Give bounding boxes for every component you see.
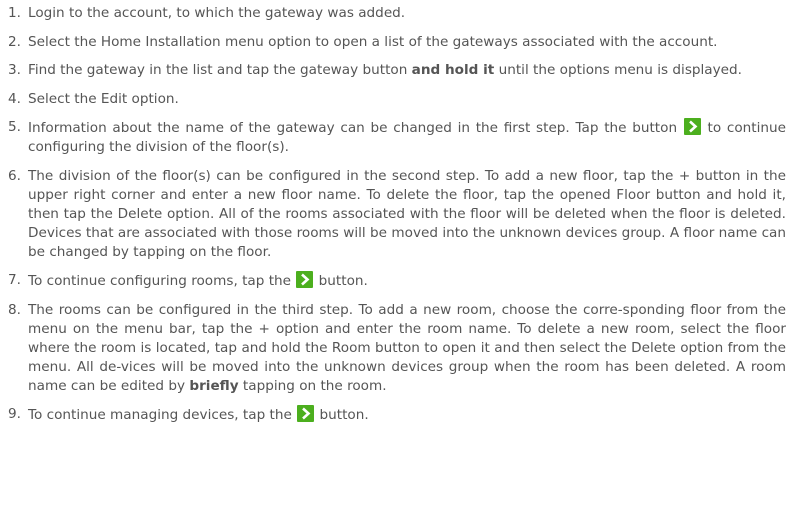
step-number: 5.	[8, 119, 21, 135]
step-text: The rooms can be configured in the third…	[28, 301, 786, 394]
step-text: button.	[315, 407, 369, 423]
step-number: 9.	[8, 406, 21, 422]
step-3: 3. Find the gateway in the list and tap t…	[0, 61, 792, 80]
step-number: 4.	[8, 90, 21, 107]
step-1: 1. Login to the account, to which the gat…	[0, 4, 792, 23]
step-text: Find the gateway in the list and tap the…	[28, 62, 412, 78]
next-arrow-icon	[683, 118, 701, 135]
step-number: 2.	[8, 33, 21, 50]
step-6: 6. The division of the floor(s) can be co…	[0, 167, 792, 262]
instruction-list: 1. Login to the account, to which the gat…	[0, 4, 792, 435]
step-2: 2. Select the Home Installation menu opti…	[0, 33, 792, 52]
step-text: Information about the name of the gatewa…	[28, 120, 683, 136]
step-4: 4. Select the Edit option.	[0, 90, 792, 109]
step-text: Login to the account, to which the gatew…	[28, 5, 406, 21]
next-arrow-icon	[296, 271, 314, 288]
emphasis-text: briefly	[189, 377, 239, 394]
step-number: 8.	[8, 301, 21, 318]
step-text: Select the Home Installation menu option…	[28, 33, 718, 50]
emphasis-text: and hold it	[411, 62, 495, 78]
step-text: To continue managing devices, tap the	[28, 407, 297, 423]
step-text: Select the Edit option.	[28, 90, 179, 107]
step-7: 7. To continue configuring rooms, tap the…	[0, 271, 792, 291]
step-number: 7.	[8, 272, 21, 288]
step-5: 5. Information about the name of the gate…	[0, 118, 792, 157]
next-arrow-icon	[297, 405, 315, 422]
step-text: To continue configuring rooms, tap the	[28, 273, 296, 289]
step-number: 6.	[8, 167, 21, 184]
step-number: 1.	[8, 5, 21, 21]
step-text: until the options menu is displayed.	[494, 62, 742, 78]
step-number: 3.	[8, 62, 21, 78]
step-9: 9. To continue managing devices, tap the …	[0, 405, 792, 425]
step-text: button.	[314, 273, 368, 289]
step-text: tapping on the room.	[238, 377, 387, 394]
step-text: The division of the floor(s) can be conf…	[28, 167, 786, 260]
step-8: 8. The rooms can be configured in the thi…	[0, 301, 792, 396]
